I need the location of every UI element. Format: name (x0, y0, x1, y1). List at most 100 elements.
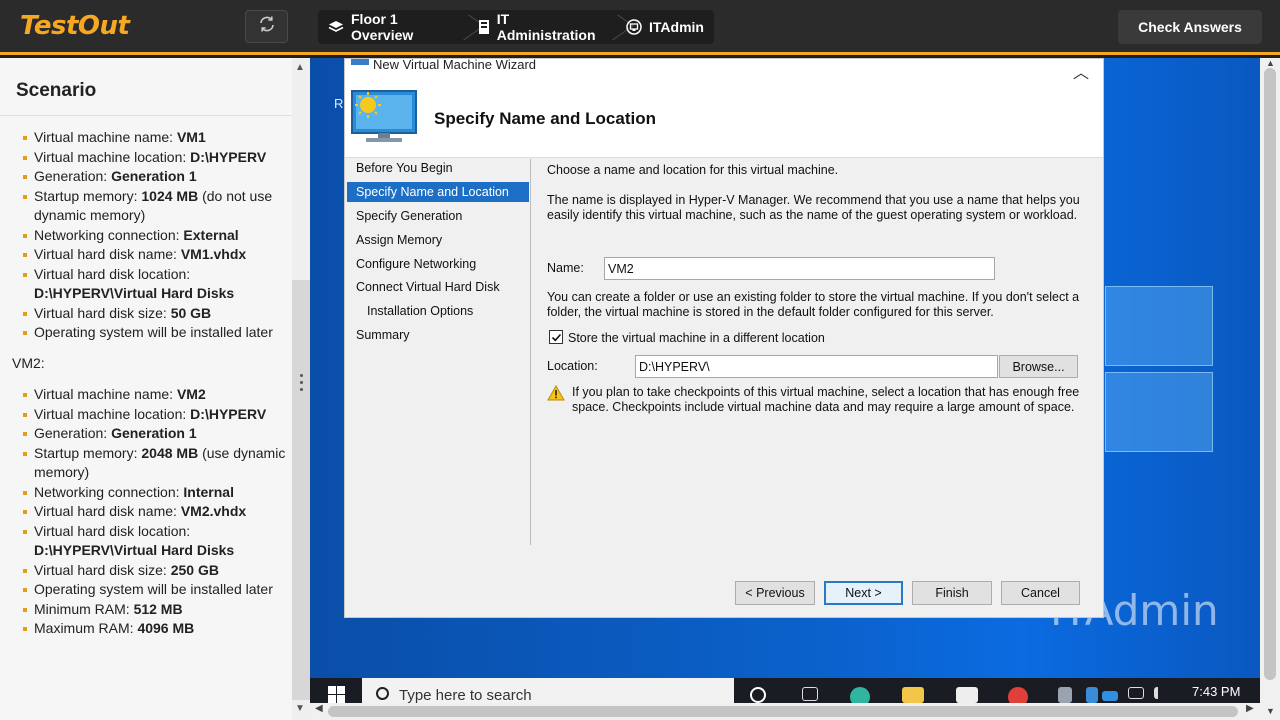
nav-before-you-begin[interactable]: Before You Begin (347, 158, 529, 178)
browse-button[interactable]: Browse... (999, 355, 1078, 378)
nav-installation-options[interactable]: Installation Options (347, 301, 529, 321)
store-location-checkbox[interactable] (549, 330, 563, 344)
nav-assign-memory[interactable]: Assign Memory (347, 230, 529, 250)
windows-start-icon[interactable] (328, 686, 346, 704)
breadcrumb-itadmin[interactable]: ITAdmin (616, 10, 714, 44)
panel-resize-handle[interactable] (300, 374, 303, 395)
requirement-value: D:\HYPERV (190, 405, 267, 422)
requirement-value: 2048 MB (141, 444, 199, 461)
store-icon[interactable] (956, 687, 978, 703)
scroll-up-icon[interactable]: ▲ (295, 62, 305, 73)
breadcrumb-separator (606, 10, 617, 44)
taskbar-clock[interactable]: 7:43 PM (1192, 684, 1240, 699)
requirement-label: Operating system will be installed later (34, 581, 273, 597)
divider (0, 115, 310, 116)
requirement-value: Generation 1 (111, 168, 197, 184)
requirement-value: 512 MB (133, 600, 183, 617)
requirement-label: Virtual hard disk size: (34, 304, 171, 321)
cancel-button[interactable]: Cancel (1001, 581, 1080, 605)
name-input[interactable] (604, 257, 995, 280)
vm2-requirements-list: Virtual machine name: VM2 Virtual machine… (12, 385, 290, 639)
server-rack-icon (478, 19, 490, 35)
wizard-page-title: Specify Name and Location (434, 109, 656, 128)
scroll-left-icon[interactable]: ◀ (315, 703, 323, 714)
requirement-label: Generation: (34, 168, 112, 184)
file-explorer-icon[interactable] (902, 687, 924, 703)
nav-summary[interactable]: Summary (347, 325, 529, 345)
task-view-icon[interactable] (802, 687, 818, 701)
scroll-up-icon[interactable]: ▲ (1266, 58, 1275, 68)
requirement-label: Virtual machine name: (34, 386, 177, 402)
vm2-label: VM2: (12, 354, 45, 371)
requirement-label: Virtual machine location: (34, 405, 191, 422)
hyper-v-icon[interactable] (1086, 687, 1098, 703)
taskbar: Type here to search 7:43 PM (310, 678, 1260, 707)
monitor-sun-icon (350, 89, 418, 145)
requirement-label: Startup memory: (34, 444, 142, 461)
breadcrumb-separator (457, 10, 468, 44)
store-location-label[interactable]: Store the virtual machine in a different… (568, 331, 825, 345)
scenario-scroll-thumb[interactable] (292, 280, 310, 700)
nav-configure-networking[interactable]: Configure Networking (347, 254, 529, 274)
nav-specify-generation[interactable]: Specify Generation (347, 206, 529, 226)
nav-connect-virtual-hard-disk[interactable]: Connect Virtual Hard Disk (347, 277, 529, 297)
requirement-value: VM1.vhdx (180, 246, 247, 262)
layers-icon (328, 20, 344, 34)
requirement-item: Virtual hard disk location: D:\HYPERV\Vi… (12, 265, 290, 304)
requirement-item: Generation: Generation 1 (12, 424, 290, 444)
scroll-right-icon[interactable]: ▶ (1246, 703, 1254, 714)
requirement-item: Virtual hard disk name: VM2.vhdx (12, 502, 290, 522)
scroll-down-icon[interactable]: ▼ (295, 703, 305, 714)
requirement-value: 250 GB (170, 561, 219, 578)
scroll-down-icon[interactable]: ▼ (1266, 706, 1275, 716)
server-manager-icon[interactable] (1058, 687, 1072, 703)
requirement-value: Generation 1 (111, 425, 197, 441)
check-answers-button[interactable]: Check Answers (1118, 10, 1262, 44)
requirement-item: Operating system will be installed later (12, 580, 290, 600)
requirement-value: Internal (183, 483, 234, 500)
requirement-value: External (183, 226, 239, 243)
requirement-label: Minimum RAM: (34, 600, 134, 617)
cortana-icon[interactable] (750, 687, 766, 703)
previous-button[interactable]: < Previous (735, 581, 815, 605)
refresh-button[interactable] (245, 10, 288, 43)
requirement-value: 1024 MB (141, 187, 199, 204)
taskbar-search[interactable]: Type here to search (362, 678, 734, 704)
onedrive-icon[interactable] (1102, 691, 1118, 701)
description-text: The name is displayed in Hyper-V Manager… (547, 193, 1080, 222)
requirement-label: Virtual hard disk location: (34, 265, 191, 282)
requirement-value: D:\HYPERV\Virtual Hard Disks (34, 285, 235, 301)
breadcrumb-label: ITAdmin (649, 19, 704, 35)
viewer-vertical-scrollbar[interactable]: ▲ ▼ (1260, 58, 1280, 720)
top-bar: TestOut Floor 1 Overview IT Administrati… (0, 0, 1280, 55)
desktop-label-partial: R (334, 96, 344, 111)
requirement-value: D:\HYPERV\Virtual Hard Disks (34, 542, 235, 558)
next-button[interactable]: Next > (824, 581, 903, 605)
wizard-window-icon (351, 59, 369, 65)
close-icon[interactable]: ︿ (1073, 59, 1089, 83)
name-label: Name: (547, 261, 584, 275)
finish-button[interactable]: Finish (912, 581, 992, 605)
requirement-item: Maximum RAM: 4096 MB (12, 619, 290, 639)
intro-text: Choose a name and location for this virt… (547, 163, 839, 177)
wizard-header: Specify Name and Location (345, 81, 1103, 158)
scroll-thumb[interactable] (1264, 68, 1276, 680)
warning-icon (547, 384, 565, 401)
breadcrumb-floor-overview[interactable]: Floor 1 Overview (318, 10, 457, 44)
scroll-thumb[interactable] (328, 706, 1238, 717)
requirement-value: 4096 MB (137, 620, 195, 636)
nav-specify-name-location[interactable]: Specify Name and Location (347, 182, 529, 202)
requirement-label: Virtual hard disk name: (34, 246, 181, 262)
new-vm-wizard-dialog: New Virtual Machine Wizard Specify Name … (344, 57, 1104, 618)
location-input[interactable] (635, 355, 998, 378)
volume-icon[interactable] (1154, 687, 1166, 699)
requirement-item: Virtual machine name: VM1 (12, 128, 290, 148)
network-icon[interactable] (1128, 687, 1144, 699)
requirement-value: VM2.vhdx (180, 503, 247, 519)
refresh-icon (257, 14, 277, 39)
breadcrumb-it-administration[interactable]: IT Administration (468, 10, 606, 44)
scenario-title: Scenario (16, 80, 97, 101)
viewer-horizontal-scrollbar[interactable]: ◀ ▶ (310, 703, 1260, 720)
requirement-item: Virtual machine name: VM2 (12, 385, 290, 405)
requirement-item: Virtual machine location: D:\HYPERV (12, 148, 290, 168)
